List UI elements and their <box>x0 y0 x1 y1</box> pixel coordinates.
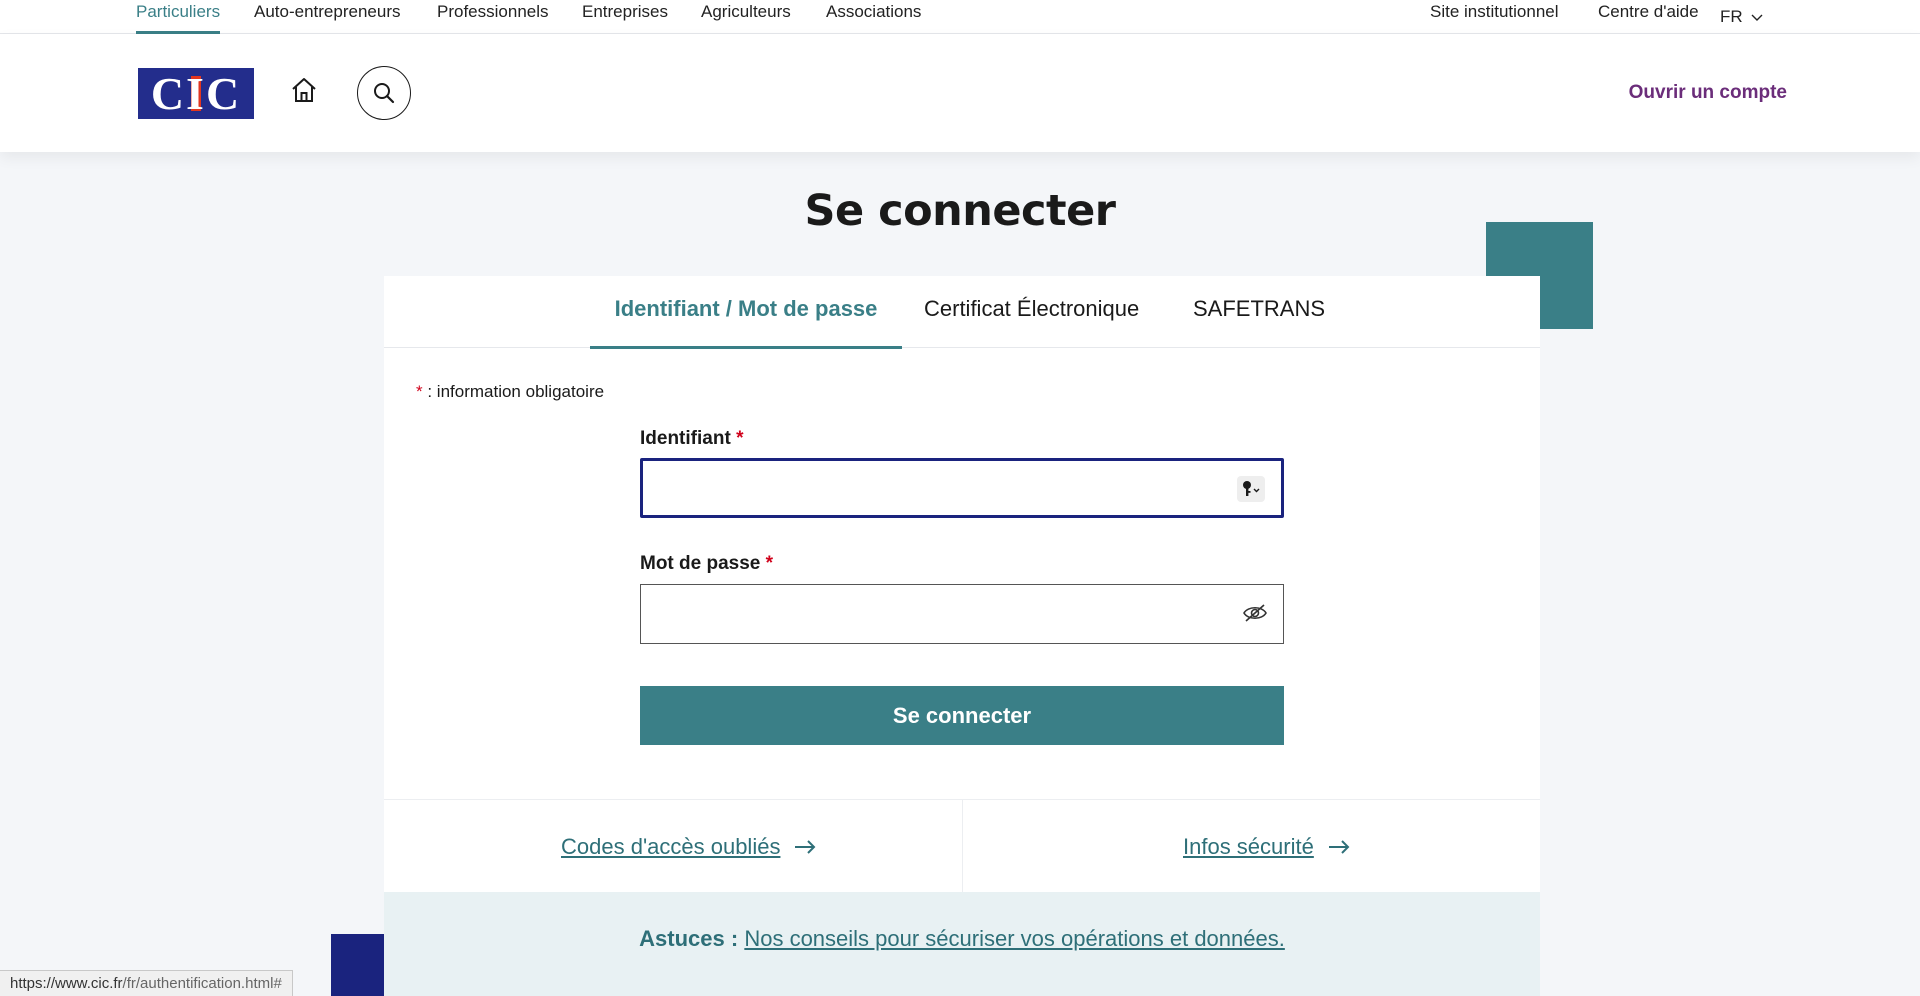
status-url-path: /fr/authentification.html# <box>122 975 282 992</box>
home-icon <box>292 78 316 102</box>
nav-particuliers[interactable]: Particuliers <box>136 0 221 34</box>
tab-safetrans[interactable]: SAFETRANS <box>1193 296 1325 348</box>
required-star: * <box>736 428 744 449</box>
nav-associations[interactable]: Associations <box>826 0 921 34</box>
nav-entreprises[interactable]: Entreprises <box>582 0 668 34</box>
language-selector[interactable]: FR <box>1720 0 1763 34</box>
login-tabs: Identifiant / Mot de passe Certificat Él… <box>384 276 1540 349</box>
segment-nav: Particuliers Auto-entrepreneurs Professi… <box>0 0 1920 34</box>
security-info-label: Infos sécurité <box>1183 834 1314 859</box>
help-links: Codes d'accès oubliés Infos sécurité <box>384 799 1540 893</box>
nav-centre-aide[interactable]: Centre d'aide <box>1598 0 1699 34</box>
password-field <box>640 584 1284 644</box>
security-info-link[interactable]: Infos sécurité <box>1183 834 1350 860</box>
links-divider <box>962 800 963 893</box>
eye-off-icon <box>1243 604 1267 622</box>
tab-identifiant-mot-de-passe[interactable]: Identifiant / Mot de passe <box>590 296 902 349</box>
required-star: * <box>765 553 774 574</box>
password-label: Mot de passe * <box>640 553 773 575</box>
key-icon <box>1243 481 1260 496</box>
search-icon <box>374 83 395 104</box>
page-title: Se connecter <box>804 186 1116 236</box>
nav-site-institutionnel[interactable]: Site institutionnel <box>1430 0 1559 34</box>
search-button[interactable] <box>357 66 411 120</box>
identifiant-label: Identifiant * <box>640 428 743 450</box>
nav-auto-entrepreneurs[interactable]: Auto-entrepreneurs <box>254 0 400 34</box>
login-card: Identifiant / Mot de passe Certificat Él… <box>384 276 1540 996</box>
status-url-host: https://www.cic.fr <box>10 975 123 992</box>
required-info-text: : information obligatoire <box>422 382 605 401</box>
forgot-codes-label: Codes d'accès oubliés <box>561 834 781 859</box>
decorative-blue-square <box>331 934 384 996</box>
tab-certificat-electronique[interactable]: Certificat Électronique <box>924 296 1139 348</box>
identifiant-field <box>640 458 1284 518</box>
tips-link[interactable]: Nos conseils pour sécuriser vos opératio… <box>744 926 1285 951</box>
arrow-right-icon <box>795 840 816 854</box>
arrow-right-icon <box>1328 840 1350 854</box>
required-star: * <box>416 382 423 401</box>
tips-banner: Astuces : Nos conseils pour sécuriser vo… <box>384 892 1540 996</box>
password-manager-button[interactable] <box>1237 476 1265 502</box>
identifiant-input[interactable] <box>643 461 1281 515</box>
forgot-codes-link[interactable]: Codes d'accès oubliés <box>561 834 816 860</box>
chevron-down-icon <box>1751 14 1763 21</box>
login-submit-button[interactable]: Se connecter <box>640 686 1284 745</box>
toggle-password-visibility[interactable] <box>1241 601 1269 625</box>
tips-prefix: Astuces : <box>639 926 739 951</box>
status-bar-url: https://www.cic.fr/fr/authentification.h… <box>0 970 293 996</box>
password-input[interactable] <box>641 585 1283 643</box>
nav-professionnels[interactable]: Professionnels <box>437 0 549 34</box>
password-label-text: Mot de passe <box>640 553 761 574</box>
nav-agriculteurs[interactable]: Agriculteurs <box>701 0 791 34</box>
cic-logo[interactable]: CIC <box>138 68 254 119</box>
open-account-link[interactable]: Ouvrir un compte <box>1629 82 1787 104</box>
language-label: FR <box>1720 7 1743 26</box>
identifiant-label-text: Identifiant <box>640 428 731 449</box>
site-header: CIC Ouvrir un compte <box>0 34 1920 152</box>
home-button[interactable] <box>286 72 322 108</box>
required-info-note: * : information obligatoire <box>416 382 604 402</box>
logo-text: CIC <box>150 68 242 119</box>
tips-text: Astuces : Nos conseils pour sécuriser vo… <box>384 926 1540 952</box>
